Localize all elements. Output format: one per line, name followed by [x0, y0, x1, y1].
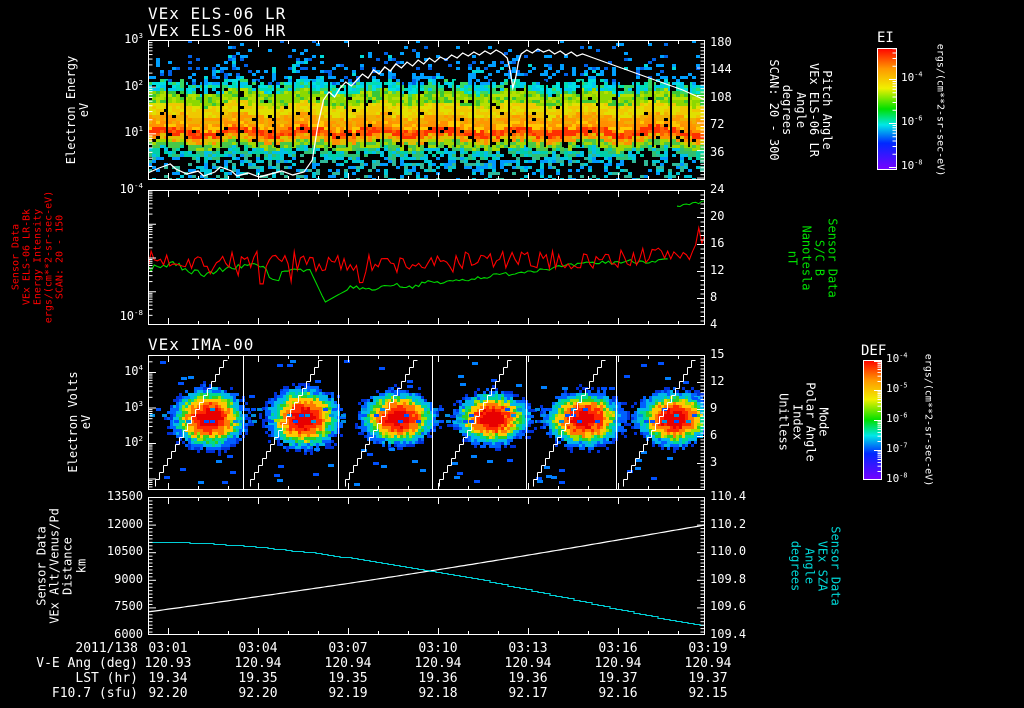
els-right-axis-label: Pitch Angle VEx ELS-06 LR Angle degrees … [767, 59, 835, 161]
footer-value: 92.18 [418, 686, 458, 701]
altitude-left-tick: 9000 [114, 571, 143, 586]
vex-summary-plot-screen: VEx ELS-06 LR VEx ELS-06 HR VEx IMA-00 E… [0, 0, 1024, 708]
sza-right-tick: 109.6 [710, 599, 747, 614]
colorbar-ei-title: EI [877, 30, 894, 46]
footer-value: 19.35 [238, 671, 278, 686]
ima-title: VEx IMA-00 [148, 335, 255, 354]
colorbar-def-tick: 10-7 [886, 441, 908, 455]
altitude-left-tick: 10500 [106, 544, 143, 559]
els-right-tick: 144 [710, 62, 732, 76]
footer-value: 92.19 [328, 686, 368, 701]
ima-right-tick: 6 [710, 428, 718, 442]
altitude-sza-canvas [148, 497, 705, 635]
sza-right-axis-label: Sensor Data VEx SZA Angle degrees [788, 526, 843, 606]
footer-value: 19.35 [328, 671, 368, 686]
sza-right-tick: 110.2 [710, 516, 747, 531]
ima-spectrogram-canvas [148, 355, 705, 490]
footer-value: 120.94 [324, 656, 372, 671]
bfield-right-tick: 16 [710, 236, 725, 250]
footer-value: 03:16 [598, 641, 638, 656]
footer-value: 92.16 [598, 686, 638, 701]
footer-value: 03:19 [688, 641, 728, 656]
bfield-right-tick: 24 [710, 182, 725, 196]
els-spectrogram-canvas [148, 40, 705, 180]
footer-value: 120.93 [144, 656, 192, 671]
ima-right-tick: 12 [710, 374, 725, 388]
altitude-left-tick: 12000 [106, 516, 143, 531]
footer-value: 19.36 [508, 671, 548, 686]
footer-value: 120.94 [684, 656, 732, 671]
colorbar-ei-tick: 10-8 [901, 158, 923, 172]
colorbar-ei-tick: 10-6 [901, 114, 923, 128]
footer-value: 92.15 [688, 686, 728, 701]
ima-right-tick: 3 [710, 455, 718, 469]
altitude-left-axis-label: Sensor Data VEx Alt/Venus/Pd Distance km [34, 508, 89, 624]
els-left-tick: 101 [124, 124, 143, 140]
footer-row-label: 2011/138 [75, 641, 138, 656]
colorbar-def-title: DEF [861, 343, 887, 359]
sza-right-tick: 109.4 [710, 627, 747, 641]
bfield-right-tick: 20 [710, 209, 725, 223]
bfield-right-tick: 12 [710, 263, 725, 277]
altitude-left-tick: 6000 [114, 627, 143, 641]
colorbar-def-tick: 10-4 [886, 351, 908, 365]
footer-row-label: LST (hr) [75, 671, 138, 686]
footer-value: 120.94 [414, 656, 462, 671]
ima-right-axis-label: Mode Polar Angle Index Unitless [776, 382, 831, 462]
footer-value: 03:07 [328, 641, 368, 656]
footer-row-label: F10.7 (sfu) [51, 686, 138, 701]
footer-value: 03:13 [508, 641, 548, 656]
colorbar-ei-tick: 10-4 [901, 70, 923, 84]
colorbar-def-tick: 10-6 [886, 411, 908, 425]
footer-value: 120.94 [594, 656, 642, 671]
els-left-axis-label: Electron Energy eV [63, 55, 91, 165]
els-right-tick: 180 [710, 34, 732, 49]
bfield-left-tick: 10-8 [119, 308, 143, 323]
els-left-tick: 103 [124, 31, 143, 46]
footer-value: 03:01 [148, 641, 188, 656]
els-title-hr: VEx ELS-06 HR [148, 21, 287, 40]
bfield-left-tick: 10-4 [119, 181, 143, 196]
els-right-tick: 108 [710, 89, 732, 104]
bfield-left-axis-label: Sensor Data VEx ELS-06 LR-Bk Energy Inte… [10, 190, 66, 324]
footer-value: 19.37 [598, 671, 638, 686]
colorbar-ei-canvas [877, 48, 897, 170]
colorbar-def-canvas [863, 360, 882, 480]
footer-value: 120.94 [504, 656, 552, 671]
footer-value: 92.20 [148, 686, 188, 701]
footer-value: 03:10 [418, 641, 458, 656]
els-left-tick: 102 [124, 77, 143, 93]
bfield-right-axis-label: Sensor Data S/C B Nanotesla nT [785, 218, 840, 298]
footer-row-label: V-E Ang (deg) [36, 656, 138, 671]
els-right-tick: 72 [710, 117, 725, 131]
ima-right-tick: 15 [710, 347, 725, 361]
footer-value: 19.34 [148, 671, 188, 686]
footer-value: 92.17 [508, 686, 548, 701]
ima-left-axis-label: Electron Volts eV [65, 371, 93, 473]
footer-value: 19.36 [418, 671, 458, 686]
els-right-tick: 36 [710, 144, 725, 159]
altitude-left-tick: 13500 [106, 489, 143, 503]
bfield-lineplot-canvas [148, 190, 705, 325]
footer-value: 120.94 [234, 656, 282, 671]
sza-right-tick: 110.4 [710, 489, 747, 503]
colorbar-def-tick: 10-8 [886, 471, 908, 485]
footer-value: 03:04 [238, 641, 278, 656]
colorbar-ei-units: ergs/(cm**2-sr-sec-eV) [934, 43, 946, 177]
altitude-left-tick: 7500 [114, 599, 143, 614]
bfield-right-tick: 4 [710, 317, 718, 331]
footer-value: 92.20 [238, 686, 278, 701]
colorbar-def-tick: 10-5 [886, 381, 908, 395]
ima-right-tick: 9 [710, 401, 718, 415]
colorbar-def-units: ergs/(cm**2-sr-sec-eV) [922, 353, 934, 487]
sza-right-tick: 110.0 [710, 544, 747, 559]
sza-right-tick: 109.8 [710, 571, 747, 586]
bfield-right-tick: 8 [710, 290, 718, 304]
footer-value: 19.37 [688, 671, 728, 686]
